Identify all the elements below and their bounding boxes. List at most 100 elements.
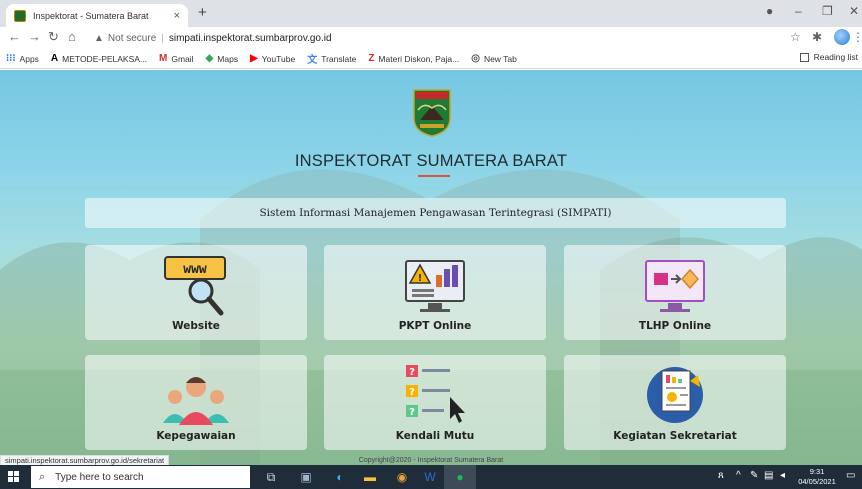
bookmark-apps[interactable]: ⁝⁝⁝ Apps (6, 53, 39, 64)
svg-text:?: ? (409, 387, 415, 398)
bookmark-label: Translate (321, 53, 357, 64)
card-kepegawaian[interactable]: Kepegawaian (85, 355, 307, 450)
task-view-icon[interactable]: ⧉ (262, 468, 280, 486)
bookmark-translate[interactable]: 文 Translate (307, 51, 357, 67)
extensions-icon[interactable]: ✱ (812, 30, 822, 44)
title-underline (418, 175, 450, 177)
bookmark-maps[interactable]: ◆ Maps (206, 53, 239, 64)
bookmark-label: Materi Diskon, Paja... (378, 53, 460, 64)
reading-list-button[interactable]: Reading list (799, 52, 858, 62)
bookmark-label: Maps (217, 53, 239, 64)
tray-chevron-up-icon[interactable]: ^ (736, 470, 741, 481)
volume-icon[interactable]: ◂ (780, 470, 785, 481)
home-icon[interactable]: ⌂ (68, 29, 76, 44)
bookmark-label: YouTube (261, 53, 296, 64)
sumbar-emblem-icon (413, 89, 451, 137)
close-window-icon[interactable]: ✕ (849, 4, 859, 18)
warning-triangle-icon[interactable]: ▲ (94, 33, 104, 44)
card-label: PKPT Online (398, 320, 472, 332)
bookmarks-bar: ⁝⁝⁝ Apps A METODE-PELAKSA... M Gmail ◆ Maps … (0, 49, 862, 69)
card-label: Website (172, 320, 220, 332)
search-icon: ⌕ (39, 470, 46, 483)
reload-icon[interactable]: ↻ (48, 29, 59, 45)
clock-date: 04/05/2021 (798, 477, 836, 486)
word-app-icon[interactable]: W (421, 468, 439, 486)
maps-icon: ◆ (205, 53, 214, 64)
card-website[interactable]: www Website (85, 245, 307, 340)
newtab-icon: ◎ (471, 53, 480, 64)
back-arrow-icon[interactable]: ← (8, 29, 21, 44)
card-kendali-mutu[interactable]: ? ? ? Kendali Mutu (324, 355, 546, 450)
youtube-icon: ▶ (250, 53, 258, 64)
chrome-browser-icon[interactable]: ◉ (393, 468, 411, 486)
svg-text:www: www (183, 262, 207, 277)
page-viewport: INSPEKTORAT SUMATERA BARAT Sistem Inform… (0, 70, 862, 465)
new-tab-button[interactable]: + (198, 4, 207, 21)
question-list-cursor-icon: ? ? ? (406, 365, 465, 423)
bookmark-metode[interactable]: A METODE-PELAKSA... (51, 53, 147, 64)
edge-browser-icon[interactable]: ◐ (331, 468, 349, 486)
bookmark-youtube[interactable]: ▶ YouTube (250, 53, 295, 64)
windows-start-icon[interactable] (8, 471, 20, 483)
windows-taskbar: ⌕ Type here to search ⧉ ▣ ◐ ▬ ◉ W ● ጸ ^ … (0, 465, 862, 489)
card-label: Kendali Mutu (395, 430, 475, 442)
taskbar-clock[interactable]: 9:31 04/05/2021 (795, 467, 839, 487)
card-pkpt-online[interactable]: ! PKPT Online (324, 245, 546, 340)
address-bar[interactable]: ▲ Not secure | simpati.inspektorat.sumba… (94, 29, 774, 47)
bookmark-materi[interactable]: Z Materi Diskon, Paja... (368, 53, 459, 64)
profile-circle-icon[interactable]: ● (766, 4, 773, 18)
z-logo-icon: Z (368, 53, 375, 64)
page-title: INSPEKTORAT SUMATERA BARAT (294, 152, 568, 170)
notifications-icon[interactable]: ▭ (846, 470, 855, 481)
translate-icon: 文 (307, 55, 318, 66)
www-magnifier-icon: www (164, 256, 226, 316)
url-text[interactable]: simpati.inspektorat.sumbarprov.go.id (169, 33, 332, 44)
card-label: Kepegawaian (156, 430, 236, 442)
file-explorer-icon[interactable]: ▬ (361, 468, 379, 486)
network-icon[interactable]: ▤ (764, 470, 773, 481)
address-separator: | (161, 32, 164, 44)
forward-arrow-icon[interactable]: → (28, 29, 41, 44)
svg-text:!: ! (418, 273, 423, 284)
browser-toolbar: ← → ↻ ⌂ ▲ Not secure | simpati.inspektor… (0, 27, 862, 49)
spotify-icon: ● (456, 470, 464, 484)
taskbar-active-app[interactable]: ● (444, 465, 476, 489)
minimize-icon[interactable]: – (795, 4, 802, 18)
apps-grid-icon: ⁝⁝⁝ (6, 53, 16, 64)
profile-avatar-icon[interactable] (834, 29, 850, 45)
a-logo-icon: A (50, 53, 59, 64)
bookmark-label: Apps (19, 53, 39, 64)
bookmark-label: METODE-PELAKSA... (62, 53, 148, 64)
browser-tab-strip: Inspektorat - Sumatera Barat × + ● – ❐ ✕ (0, 0, 862, 27)
taskbar-search-box[interactable]: ⌕ Type here to search (31, 466, 250, 488)
site-favicon-icon (14, 9, 26, 22)
people-icon[interactable]: ጸ (718, 470, 724, 481)
warning-chart-monitor-icon: ! (405, 260, 465, 312)
svg-text:?: ? (409, 367, 415, 378)
pen-icon[interactable]: ✎ (750, 470, 758, 481)
clock-time: 9:31 (809, 467, 825, 476)
file-app-icon[interactable]: ▣ (297, 468, 315, 486)
svg-text:?: ? (409, 407, 415, 418)
card-kegiatan-sekretariat[interactable]: Kegiatan Sekretariat (564, 355, 786, 450)
bookmark-newtab[interactable]: ◎ New Tab (471, 53, 517, 64)
browser-tab[interactable]: Inspektorat - Sumatera Barat × (6, 4, 188, 27)
subtitle-banner: Sistem Informasi Manajemen Pengawasan Te… (85, 198, 786, 228)
card-label: Kegiatan Sekretariat (613, 430, 737, 442)
search-placeholder: Type here to search (55, 471, 144, 483)
restore-icon[interactable]: ❐ (822, 4, 833, 18)
people-group-icon (163, 377, 229, 425)
report-document-icon (647, 367, 703, 423)
tab-close-icon[interactable]: × (174, 10, 180, 22)
monitor-transfer-icon (645, 260, 705, 312)
tab-title: Inspektorat - Sumatera Barat (33, 10, 149, 21)
card-tlhp-online[interactable]: TLHP Online (564, 245, 786, 340)
menu-kebab-icon[interactable]: ⋮ (852, 30, 862, 44)
card-label: TLHP Online (638, 320, 712, 332)
gmail-icon: M (159, 53, 168, 64)
subtitle-text: Sistem Informasi Manajemen Pengawasan Te… (259, 207, 612, 219)
security-label[interactable]: Not secure (108, 33, 156, 44)
bookmark-star-icon[interactable]: ☆ (790, 30, 801, 44)
reading-list-icon (799, 52, 809, 62)
bookmark-gmail[interactable]: M Gmail (159, 53, 194, 64)
